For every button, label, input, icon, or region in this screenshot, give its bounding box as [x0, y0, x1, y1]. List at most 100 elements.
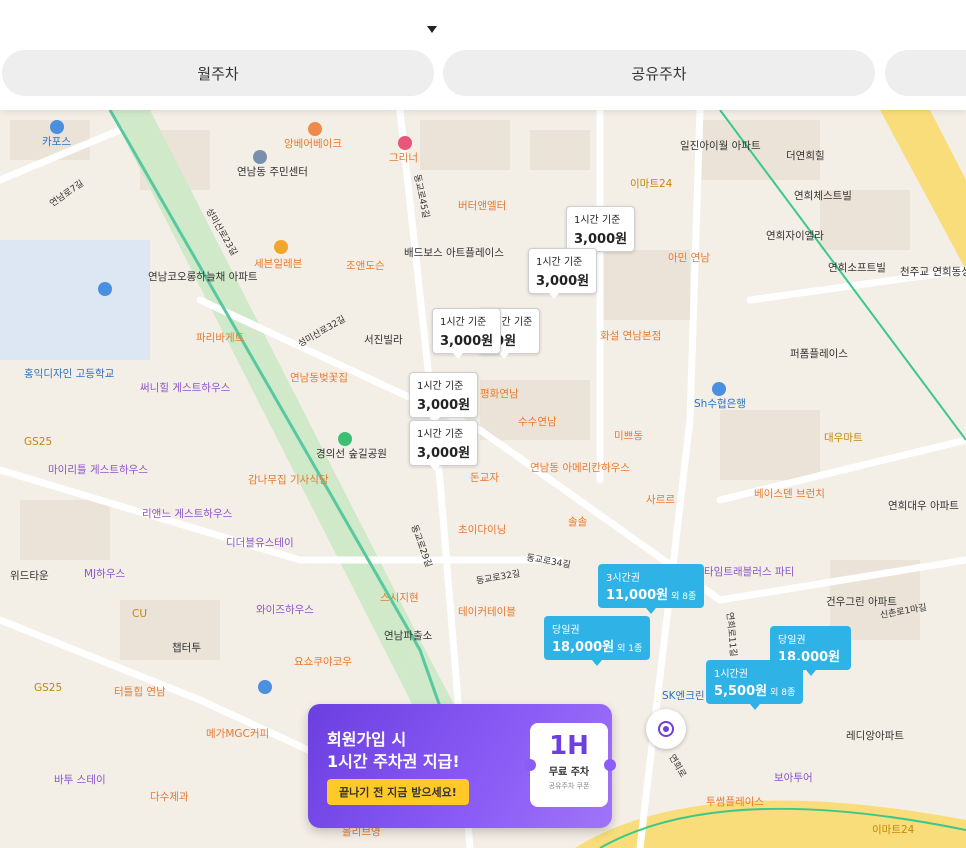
ticket-price: 11,000원 — [606, 588, 669, 603]
place-label[interactable]: 와이즈하우스 — [256, 604, 314, 617]
parking-price-pin[interactable]: 1시간 기준 3,000원 — [432, 308, 502, 359]
place-label[interactable]: 투썸플레이스 — [706, 796, 764, 809]
place-label[interactable]: 조앤도슨 — [346, 260, 385, 273]
tab-shared-parking[interactable]: 공유주차 — [443, 50, 875, 96]
place-label[interactable]: 배드보스 아트플레이스 — [404, 247, 504, 260]
promo-cta-button[interactable]: 끝나기 전 지금 받으세요! — [327, 779, 469, 805]
place-label[interactable]: 연남코오롱하늘채 아파트 — [148, 271, 258, 284]
place-label[interactable]: 파리바게트 — [196, 332, 244, 345]
place-label[interactable]: 다수제과 — [150, 791, 189, 804]
parking-icon[interactable] — [258, 680, 272, 694]
place-label[interactable]: 건우그린 아파트 — [826, 596, 897, 609]
place-label[interactable]: 평화연남 — [480, 388, 519, 401]
place-label[interactable]: 화설 연남본점 — [600, 330, 661, 343]
place-label[interactable]: 스시지현 — [380, 592, 419, 605]
pin-price: 3,000원 — [574, 232, 628, 247]
place-label[interactable]: 경의선 숲길공원 — [316, 448, 387, 461]
place-label[interactable]: 미쁘동 — [614, 430, 643, 443]
place-label[interactable]: 베이스덴 브런치 — [754, 488, 825, 501]
place-label[interactable]: 레디앙아파트 — [846, 730, 904, 743]
parking-ticket-pin[interactable]: 1시간권 5,500원 외 8종 — [706, 660, 804, 710]
place-label[interactable]: 챕터투 — [172, 642, 201, 655]
pin-price: 3,000원 — [536, 274, 590, 289]
place-label[interactable]: 타임트래블러스 파티 — [704, 566, 794, 579]
place-label[interactable]: 천주교 연희동성당 — [900, 266, 966, 279]
place-label[interactable]: 연희체스트빌 — [794, 190, 852, 203]
place-label[interactable]: 세븐일레븐 — [254, 258, 302, 271]
place-label[interactable]: 연희자이엘라 — [766, 230, 824, 243]
my-location-button[interactable] — [646, 709, 686, 749]
place-label[interactable]: 보아투어 — [774, 772, 813, 785]
coupon-notch — [524, 759, 536, 771]
place-label[interactable]: 이마트24 — [630, 178, 672, 191]
cafe-icon — [308, 122, 322, 136]
pin-label: 1시간 기준 — [574, 215, 621, 226]
place-label[interactable]: 버터앤엘터 — [458, 200, 506, 213]
ticket-label: 1시간권 — [714, 669, 748, 680]
place-label[interactable]: 감나무집 기사식당 — [248, 474, 329, 487]
place-label[interactable]: Sh수협은행 — [694, 398, 746, 411]
place-label[interactable]: 카포스 — [42, 136, 71, 149]
place-label[interactable]: 연희대우 아파트 — [888, 500, 959, 513]
place-label[interactable]: 바투 스테이 — [54, 774, 106, 787]
place-label[interactable]: SK엔크린 — [662, 690, 705, 703]
pin-label: 1시간 기준 — [417, 381, 464, 392]
ticket-label: 3시간권 — [606, 573, 640, 584]
place-label[interactable]: GS25 — [34, 682, 62, 695]
parking-ticket-pin[interactable]: 3시간권 11,000원 외 8종 — [598, 564, 705, 614]
coupon-title: 무료 주차 — [548, 767, 590, 778]
place-label[interactable]: 솔솔 — [568, 516, 587, 529]
place-icon — [50, 120, 64, 134]
place-label[interactable]: 앙베어베이크 — [284, 138, 342, 151]
place-label[interactable]: GS25 — [24, 436, 52, 449]
tab-more[interactable] — [885, 50, 966, 96]
place-label[interactable]: 연남동 주민센터 — [237, 166, 308, 179]
store-icon — [274, 240, 288, 254]
place-label[interactable]: 사르르 — [646, 494, 675, 507]
place-label[interactable]: MJ하우스 — [84, 568, 125, 581]
place-label[interactable]: 연남파출소 — [384, 630, 432, 643]
coupon-big-text: 1H — [549, 731, 589, 761]
place-label[interactable]: 일진아이월 아파트 — [680, 140, 761, 153]
place-label[interactable]: 초이다이닝 — [458, 524, 506, 537]
place-label[interactable]: 써니힐 게스트하우스 — [140, 382, 230, 395]
place-label[interactable]: 대우마트 — [824, 432, 863, 445]
parking-icon[interactable] — [98, 282, 112, 296]
crosshair-icon — [658, 721, 674, 737]
pin-label: 1시간 기준 — [440, 317, 487, 328]
parking-price-pin[interactable]: 1시간 기준 3,000원 — [409, 420, 479, 471]
place-label[interactable]: 이마트24 — [872, 824, 914, 837]
place-label[interactable]: 터틀힙 연남 — [114, 686, 166, 699]
place-label[interactable]: 메가MGC커피 — [206, 728, 269, 741]
place-label[interactable]: 요쇼쿠야코우 — [294, 656, 352, 669]
signup-promo-banner[interactable]: 회원가입 시 1시간 주차권 지급! 끝나기 전 지금 받으세요! 1H 무료 … — [308, 704, 616, 828]
place-label[interactable]: 디더블유스테이 — [226, 537, 294, 550]
place-label[interactable]: 퍼폼플레이스 — [790, 348, 848, 361]
place-label[interactable]: 그리너 — [389, 152, 418, 165]
place-label[interactable]: 홍익디자인 고등학교 — [24, 368, 114, 381]
place-label[interactable]: 위드타운 — [10, 570, 49, 583]
place-label[interactable]: 테이커테이블 — [458, 606, 516, 619]
parking-price-pin[interactable]: 1시간 기준 3,000원 — [409, 372, 479, 423]
building-icon — [253, 150, 267, 164]
place-label[interactable]: 연남동벚꽃집 — [290, 372, 348, 385]
parking-price-pin[interactable]: 1시간 기준 3,000원 — [528, 248, 598, 299]
place-label[interactable]: 연희소프트빌 — [828, 262, 886, 275]
parking-ticket-pin[interactable]: 당일권 18,000원 외 1종 — [544, 616, 651, 666]
park-icon — [338, 432, 352, 446]
place-label[interactable]: 리앤느 게스트하우스 — [142, 508, 232, 521]
place-label[interactable]: 마이리틀 게스트하우스 — [48, 464, 148, 477]
ticket-label: 당일권 — [778, 635, 806, 646]
place-label[interactable]: 돈교자 — [470, 472, 499, 485]
place-label[interactable]: CU — [132, 608, 147, 621]
parking-price-pin[interactable]: 1시간 기준 3,000원 — [566, 206, 636, 257]
coupon-notch — [604, 759, 616, 771]
tab-monthly-parking[interactable]: 월주차 — [2, 50, 434, 96]
pin-label: 1시간 기준 — [417, 429, 464, 440]
place-label[interactable]: 더연희힐 — [786, 150, 825, 163]
place-label[interactable]: 서진빌라 — [364, 334, 403, 347]
place-label[interactable]: 수수연남 — [518, 416, 557, 429]
place-label[interactable]: 아민 연남 — [668, 252, 710, 265]
place-label[interactable]: 연남동 아메리칸하우스 — [530, 462, 630, 475]
chevron-down-icon[interactable] — [427, 26, 437, 33]
